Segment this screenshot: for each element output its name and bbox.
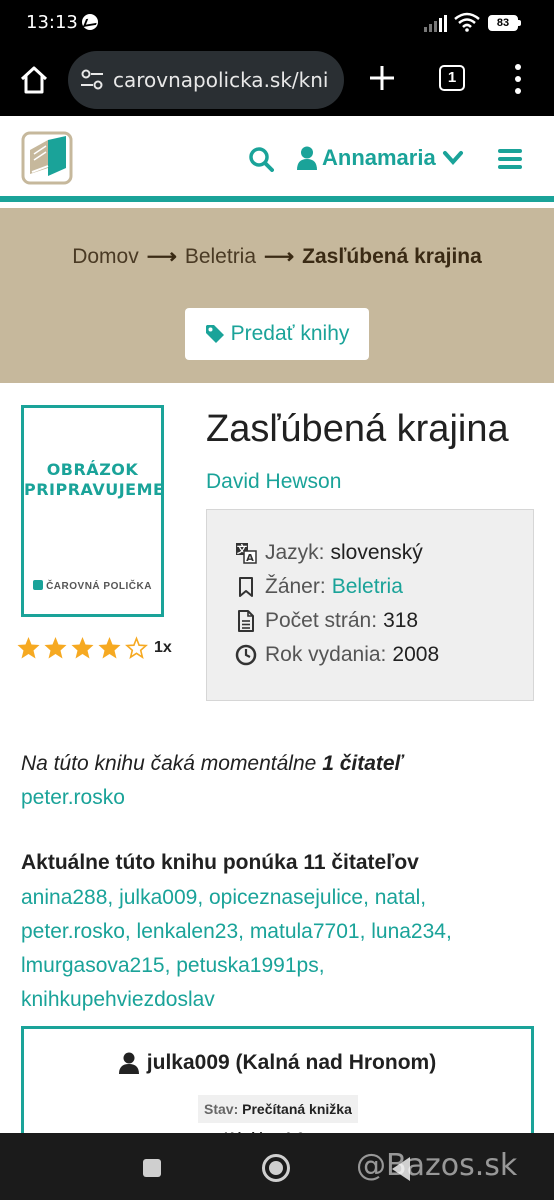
user-name: Annamaria (322, 145, 436, 170)
site-logo[interactable] (20, 130, 74, 186)
book-title: Zasľúbená krajina (206, 408, 509, 450)
status-time: 13:13 (26, 12, 78, 33)
hero-band: Domov ⟶ Beletria ⟶ Zasľúbená krajina Predať … (0, 208, 554, 383)
chevron-down-icon (442, 151, 463, 166)
offer-users-line[interactable]: anina288, julka009, opiceznasejulice, na… (21, 886, 426, 910)
svg-text:A: A (246, 553, 254, 564)
pages-value: 318 (383, 609, 419, 632)
hamburger-menu-icon[interactable] (498, 149, 522, 169)
site-settings-icon[interactable] (80, 69, 104, 91)
star-filled-icon (71, 637, 94, 659)
cover-line-2: pripravujeme (24, 480, 165, 499)
cover-line-1: Obrázok (46, 460, 139, 479)
offer-card: julka009 (Kalná nad Hronom) Stav: Prečít… (21, 1026, 534, 1146)
year-label: Rok vydania: (265, 643, 387, 666)
cover-placeholder-text: Obrázok pripravujeme (24, 460, 165, 500)
home-nav-icon[interactable] (262, 1154, 290, 1182)
breadcrumb-arrow-icon: ⟶ (264, 245, 295, 268)
cover-brand-text: Čarovná Polička (46, 581, 152, 592)
wifi-icon (454, 12, 480, 32)
user-menu[interactable]: Annamaria (296, 143, 464, 173)
search-icon[interactable] (248, 146, 274, 172)
site-header: Annamaria (0, 116, 554, 202)
info-pages: Počet strán: 318 (235, 609, 418, 633)
new-tab-icon[interactable] (368, 64, 396, 92)
year-value: 2008 (392, 643, 440, 666)
waiting-reader-link[interactable]: peter.rosko (21, 786, 125, 810)
language-value: slovenský (330, 541, 423, 564)
waiting-readers-text: Na túto knihu čaká momentálne 1 čitateľ (21, 752, 403, 776)
pages-label: Počet strán: (265, 609, 378, 632)
genre-label: Žáner: (265, 575, 326, 598)
tag-icon (205, 325, 224, 343)
book-info-box: 文 A Jazyk: slovenský Žáner: Beletria Poč… (206, 509, 534, 701)
breadcrumb-category[interactable]: Beletria (185, 245, 256, 268)
sell-books-button[interactable]: Predať knihy (185, 308, 369, 360)
browser-toolbar: carovnapolicka.sk/kni 1 (0, 46, 554, 116)
document-icon (238, 610, 254, 632)
messenger-icon (82, 14, 98, 30)
tab-switcher-button[interactable]: 1 (439, 65, 465, 91)
clock-icon (235, 644, 257, 666)
address-bar[interactable]: carovnapolicka.sk/kni (68, 51, 344, 109)
offer-users-line[interactable]: lmurgasova215, petuska1991ps, (21, 954, 325, 978)
offers-title: Aktuálne túto knihu ponúka 11 čitateľov (21, 851, 419, 874)
breadcrumb-home[interactable]: Domov (72, 245, 139, 268)
rating-count: 1x (154, 639, 172, 656)
breadcrumb-current: Zasľúbená krajina (302, 245, 482, 268)
genre-link[interactable]: Beletria (332, 575, 403, 599)
watermark: @Bazos.sk (356, 1148, 518, 1183)
language-label: Jazyk: (265, 541, 325, 564)
user-icon (297, 146, 317, 170)
browser-menu-icon[interactable] (513, 64, 523, 94)
offer-user[interactable]: julka009 (Kalná nad Hronom) (147, 1051, 436, 1075)
home-icon[interactable] (18, 64, 50, 96)
info-language: 文 A Jazyk: slovenský (235, 541, 423, 565)
star-empty-icon (125, 636, 148, 659)
waiting-prefix: Na túto knihu čaká momentálne (21, 752, 317, 775)
signal-icon (424, 14, 448, 32)
book-cover: Obrázok pripravujeme Čarovná Polička (21, 405, 164, 617)
offer-state-badge: Stav: Prečítaná knižka (198, 1095, 358, 1123)
brand-logo-icon (33, 580, 44, 590)
info-genre: Žáner: Beletria (235, 575, 403, 599)
offer-card-header: julka009 (Kalná nad Hronom) (24, 1051, 531, 1075)
battery-icon: 83 (488, 15, 521, 31)
sell-books-label: Predať knihy (230, 322, 350, 345)
star-filled-icon (44, 637, 67, 659)
user-icon (118, 1052, 139, 1074)
breadcrumb-arrow-icon: ⟶ (146, 245, 177, 268)
book-rating[interactable]: 1x (16, 636, 172, 660)
star-filled-icon (17, 637, 40, 659)
offer-users-line[interactable]: peter.rosko, lenkalen23, matula7701, lun… (21, 920, 452, 944)
bookmark-icon (239, 577, 253, 597)
translate-icon: 文 A (236, 543, 257, 564)
cover-brand: Čarovná Polička (24, 580, 161, 592)
info-year: Rok vydania: 2008 (235, 643, 439, 667)
book-author-link[interactable]: David Hewson (206, 470, 341, 494)
state-label: Stav: (204, 1101, 239, 1117)
waiting-count: 1 čitateľ (322, 752, 403, 775)
url-text: carovnapolicka.sk/kni (113, 68, 329, 92)
star-filled-icon (98, 637, 121, 659)
breadcrumb: Domov ⟶ Beletria ⟶ Zasľúbená krajina (0, 244, 554, 269)
state-value: Prečítaná knižka (242, 1101, 352, 1117)
status-bar: 13:13 83 (0, 0, 554, 46)
recents-icon[interactable] (143, 1159, 161, 1177)
offer-users-line[interactable]: knihkupehviezdoslav (21, 988, 215, 1012)
